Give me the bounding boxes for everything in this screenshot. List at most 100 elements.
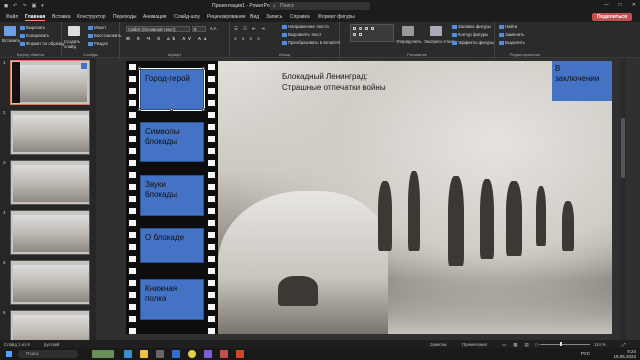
comments-button[interactable]: Примечания [462, 342, 487, 347]
tab-shape-format[interactable]: Формат фигуры [318, 14, 355, 20]
nav-symbols[interactable]: Символы блокады [140, 122, 204, 162]
app-icon[interactable] [204, 350, 212, 358]
tab-home[interactable]: Главная [25, 14, 46, 21]
photo-figure [448, 176, 464, 266]
customize-qat-icon[interactable]: ▾ [41, 3, 44, 9]
quick-styles-icon[interactable] [430, 26, 442, 36]
nav-city-hero[interactable]: Город-герой [139, 68, 205, 111]
smartart-button[interactable]: Преобразовать в SmartArt [282, 40, 340, 45]
tab-transitions[interactable]: Переходы [113, 14, 136, 20]
new-slide-icon[interactable] [68, 26, 80, 36]
powerpoint-icon[interactable] [236, 350, 244, 358]
share-button[interactable]: Поделиться [591, 13, 632, 21]
align-buttons[interactable]: ≡ ≡ ≡ ≡ [234, 36, 262, 41]
slide-thumbnail-3[interactable] [10, 160, 90, 205]
maximize-button[interactable]: □ [619, 2, 622, 8]
close-button[interactable]: ✕ [632, 2, 636, 8]
resize-handle[interactable] [170, 108, 173, 111]
tab-design[interactable]: Конструктор [77, 14, 106, 20]
resize-handle[interactable] [202, 67, 205, 70]
nav-bookshelf[interactable]: Книжная полка [140, 279, 204, 320]
autosave-icon[interactable]: ◼ [4, 3, 8, 9]
input-language[interactable]: РУС [581, 351, 590, 356]
copy-button[interactable]: Копировать [20, 33, 49, 38]
arrange-button[interactable]: Упорядочить [396, 39, 422, 44]
tab-slideshow[interactable]: Слайд-шоу [174, 14, 200, 20]
nav-about[interactable]: О блокаде [140, 228, 204, 263]
mail-icon[interactable] [172, 350, 180, 358]
office-icon[interactable] [220, 350, 228, 358]
new-slide-button[interactable]: Создать слайд [64, 39, 86, 49]
paste-icon[interactable] [4, 26, 16, 36]
film-perforation [129, 136, 136, 142]
tab-review[interactable]: Рецензирование [207, 14, 246, 20]
tab-view[interactable]: Вид [250, 14, 259, 20]
arrange-icon[interactable] [402, 26, 414, 36]
font-grow-icon[interactable]: A A [210, 26, 216, 31]
slide-thumbnail-2[interactable] [10, 110, 90, 155]
section-button[interactable]: Раздел [88, 41, 108, 46]
store-icon[interactable] [156, 350, 164, 358]
shape-effects-button[interactable]: Эффекты фигуры [452, 40, 494, 45]
slide-title[interactable]: Блокадный Ленинград: Страшные отпечатки … [282, 71, 386, 93]
film-perforation [129, 316, 136, 322]
slide-thumbnail-4[interactable] [10, 210, 90, 255]
align-text-button[interactable]: Выровнять текст [282, 32, 321, 37]
redo-icon[interactable]: ↷ [22, 3, 26, 9]
shape-outline-button[interactable]: Контур фигуры [452, 32, 488, 37]
select-button[interactable]: Выделить [499, 40, 525, 45]
reset-button[interactable]: Восстановить [88, 33, 122, 38]
font-style-buttons[interactable]: Ж К Ч S ab AV Aa [126, 36, 209, 41]
vertical-scrollbar[interactable] [620, 58, 626, 340]
zoom-level[interactable]: 114 % [594, 342, 606, 347]
text-direction-button[interactable]: Направление текста [282, 24, 329, 29]
taskbar-search[interactable]: Поиск [18, 350, 78, 358]
language-indicator[interactable]: русский [44, 342, 59, 347]
tab-file[interactable]: Файл [6, 14, 18, 20]
zoom-slider[interactable] [540, 344, 590, 345]
present-icon[interactable]: ▣ [32, 3, 37, 9]
notes-button[interactable]: Заметки [430, 342, 446, 347]
slide-title-line: Страшные отпечатки войны [282, 83, 386, 92]
slide-thumbnails-panel[interactable]: 1 2 3 4 5 6 [0, 58, 96, 340]
slide-editor[interactable]: Город-герой Символы блокады Звуки блокад… [126, 61, 612, 334]
clock[interactable]: 9:24 15.05.2023 [613, 349, 636, 359]
explorer-icon[interactable] [140, 350, 148, 358]
nav-sounds[interactable]: Звуки блокады [140, 175, 204, 216]
paste-button[interactable]: Вставить [2, 38, 20, 43]
find-button[interactable]: Найти [499, 24, 517, 29]
slide-thumbnail-6[interactable] [10, 310, 90, 340]
tab-animations[interactable]: Анимация [143, 14, 166, 20]
slide-thumbnail-5[interactable] [10, 260, 90, 305]
resize-handle[interactable] [138, 67, 141, 70]
undo-icon[interactable]: ↶ [13, 3, 17, 9]
zoom-slider-knob[interactable] [560, 342, 562, 346]
start-icon[interactable] [6, 351, 12, 357]
scrollbar-thumb[interactable] [621, 118, 625, 178]
film-perforation [208, 196, 215, 202]
fit-slide-icon[interactable]: ⤢ [622, 342, 625, 347]
shape-fill-button[interactable]: Заливка фигуры [452, 24, 491, 29]
tab-insert[interactable]: Вставка [52, 14, 71, 20]
resize-handle[interactable] [138, 108, 141, 111]
replace-button[interactable]: Заменить [499, 32, 524, 37]
minimize-button[interactable]: — [604, 2, 609, 8]
slide-thumbnail-1[interactable] [10, 60, 90, 105]
font-name-select[interactable]: Calibri (Основной текст) [126, 26, 190, 32]
layout-button[interactable]: Макет [88, 25, 106, 30]
format-painter-button[interactable]: Формат по образцу [20, 41, 65, 46]
resize-handle[interactable] [202, 108, 205, 111]
font-size-select[interactable]: 8 [192, 26, 206, 32]
tab-help[interactable]: Справка [290, 14, 310, 20]
edge-icon[interactable] [124, 350, 132, 358]
list-buttons[interactable]: ☰ ☷ ⇤ ⇥ [234, 26, 267, 32]
thumb-number: 5 [3, 260, 6, 265]
quick-styles-button[interactable]: Экспресс-стили [424, 39, 455, 44]
shapes-gallery[interactable] [350, 24, 394, 42]
cut-button[interactable]: Вырезать [20, 25, 45, 30]
chrome-icon[interactable] [188, 350, 196, 358]
nav-conclusion[interactable]: В заключении [552, 61, 612, 101]
tab-record[interactable]: Запись [266, 14, 282, 20]
search-box[interactable]: ⌕ Поиск [270, 2, 370, 10]
widgets-icon[interactable] [92, 350, 114, 358]
